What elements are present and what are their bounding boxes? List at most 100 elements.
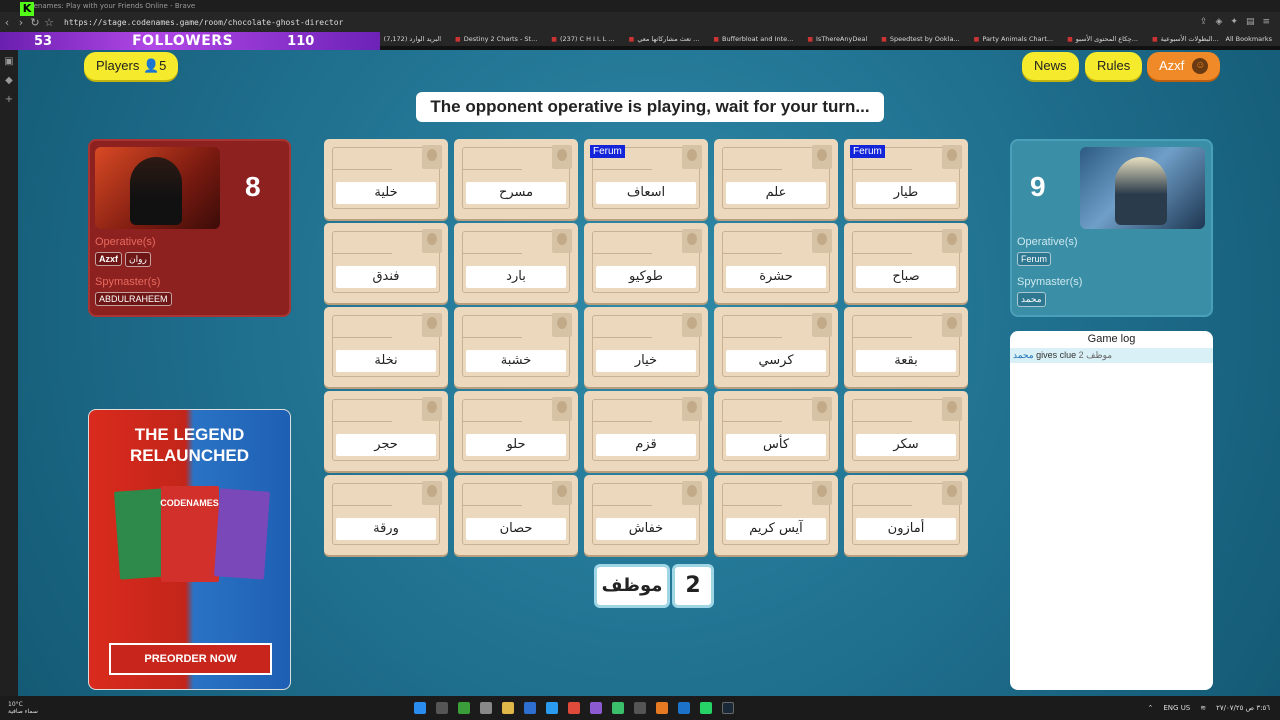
vscode-icon[interactable]	[678, 702, 690, 714]
word-card[interactable]: علم	[714, 139, 838, 219]
player-tag[interactable]: Azxf	[95, 252, 123, 266]
weather-widget[interactable]: 10°C سماء صافية	[8, 701, 38, 715]
edge-icon[interactable]	[524, 702, 536, 714]
word-card[interactable]: بقعة	[844, 307, 968, 387]
sidebar-toggle-icon[interactable]: ▤	[1246, 17, 1255, 27]
bookmark-item[interactable]: Party Animals Chart...	[974, 35, 1053, 43]
blue-team-portrait	[1080, 147, 1205, 229]
app-icon[interactable]	[568, 702, 580, 714]
word-card[interactable]: خشبة	[454, 307, 578, 387]
word-card[interactable]: طيار Ferum	[844, 139, 968, 219]
player-tag[interactable]: روان	[125, 252, 151, 267]
log-action: gives clue	[1036, 350, 1077, 360]
forward-icon[interactable]: ›	[14, 16, 28, 29]
whatsapp-icon[interactable]	[700, 702, 712, 714]
word-card[interactable]: طوكيو	[584, 223, 708, 303]
word-card[interactable]: حجر	[324, 391, 448, 471]
word-card[interactable]: حلو	[454, 391, 578, 471]
word-card[interactable]: قزم	[584, 391, 708, 471]
agent-silhouette-icon	[812, 229, 832, 253]
player-tag[interactable]: ABDULRAHEEM	[95, 292, 172, 306]
file-icon[interactable]	[480, 702, 492, 714]
players-button[interactable]: Players 👤5	[84, 52, 179, 80]
bookmark-icon[interactable]: ☆	[42, 16, 56, 29]
game-log: Game log محمد gives clue موظف 2	[1010, 331, 1213, 690]
word-card[interactable]: أمازون	[844, 475, 968, 555]
url-field[interactable]: https://stage.codenames.game/room/chocol…	[64, 18, 343, 27]
all-bookmarks[interactable]: All Bookmarks	[1226, 35, 1272, 43]
clock[interactable]: ٣:٥٦ ص ٢٧/٠٧/٢٥	[1216, 704, 1270, 712]
brave-shield-icon[interactable]: ◈	[1215, 17, 1222, 27]
word-card[interactable]: بارد	[454, 223, 578, 303]
share-icon[interactable]: ⇪	[1200, 17, 1208, 27]
back-icon[interactable]: ‹	[0, 16, 14, 29]
word-card[interactable]: خلية	[324, 139, 448, 219]
news-button[interactable]: News	[1022, 52, 1079, 80]
word-card[interactable]: خيار	[584, 307, 708, 387]
agent-silhouette-icon	[942, 229, 962, 253]
word-card[interactable]: حصان	[454, 475, 578, 555]
player-tag[interactable]: Ferum	[1017, 252, 1052, 266]
minecraft-icon[interactable]	[458, 702, 470, 714]
word-card[interactable]: مسرح	[454, 139, 578, 219]
rules-button[interactable]: Rules	[1085, 52, 1143, 80]
address-bar: ‹ › ↻ ☆ https://stage.codenames.game/roo…	[0, 12, 1280, 32]
word-card[interactable]: صباح	[844, 223, 968, 303]
preorder-button[interactable]: PREORDER NOW	[109, 643, 272, 675]
brave-icon[interactable]	[656, 702, 668, 714]
bookmark-item[interactable]: تعث مشاركاتها معي ...	[629, 35, 699, 43]
app-icon[interactable]	[612, 702, 624, 714]
word-card[interactable]: سكر	[844, 391, 968, 471]
word-card[interactable]: كرسي	[714, 307, 838, 387]
word-card[interactable]: نخلة	[324, 307, 448, 387]
followers-label: FOLLOWERS	[132, 33, 234, 49]
menu-icon[interactable]: ≡	[1262, 17, 1270, 27]
card-word: حلو	[466, 434, 566, 456]
start-icon[interactable]	[414, 702, 426, 714]
operatives-label: Operative(s)	[95, 236, 156, 248]
turn-status: The opponent operative is playing, wait …	[416, 92, 884, 122]
folder-icon[interactable]	[502, 702, 514, 714]
word-card[interactable]: كأس	[714, 391, 838, 471]
word-card[interactable]: حشرة	[714, 223, 838, 303]
agent-silhouette-icon	[682, 145, 702, 169]
app-icon[interactable]: ◆	[5, 75, 13, 86]
player-tag[interactable]: محمد	[1017, 292, 1046, 307]
agent-silhouette-icon	[422, 481, 442, 505]
app-icon[interactable]	[546, 702, 558, 714]
bookmark-item[interactable]: (7,172) البريد الوارد	[375, 35, 441, 43]
card-word: مسرح	[466, 182, 566, 204]
app-icon[interactable]	[590, 702, 602, 714]
agent-silhouette-icon	[552, 145, 572, 169]
word-card[interactable]: ورقة	[324, 475, 448, 555]
wifi-icon[interactable]: ≋	[1200, 704, 1206, 712]
bookmark-item[interactable]: Destiny 2 Charts - St...	[455, 35, 538, 43]
agent-silhouette-icon	[942, 397, 962, 421]
add-icon[interactable]: +	[5, 94, 13, 105]
word-card[interactable]: آيس كريم	[714, 475, 838, 555]
agent-silhouette-icon	[422, 145, 442, 169]
extensions-icon[interactable]: ✦	[1230, 17, 1238, 27]
app-icon[interactable]	[634, 702, 646, 714]
user-menu-button[interactable]: Azxf ☺	[1147, 52, 1221, 80]
chevron-up-icon[interactable]: ⌃	[1147, 704, 1153, 712]
card-word: سكر	[856, 434, 956, 456]
bookmark-item[interactable]: حِكاع المحتوى الأسبو...	[1067, 35, 1138, 43]
bookmark-item[interactable]: Bufferbloat and Inte...	[713, 35, 793, 43]
bookmark-item[interactable]: (237) C H I L L ...	[551, 35, 615, 43]
spymasters-label: Spymaster(s)	[1017, 276, 1083, 288]
word-card[interactable]: خفاش	[584, 475, 708, 555]
word-card[interactable]: اسعاف Ferum	[584, 139, 708, 219]
bookmark-item[interactable]: البطولات الأسبوعية...	[1152, 35, 1219, 43]
bookmark-item[interactable]: IsThereAnyDeal	[807, 35, 867, 43]
panel-icon[interactable]: ▣	[4, 56, 13, 67]
followers-overlay: 53 FOLLOWERS 110	[0, 32, 380, 50]
word-card[interactable]: فندق	[324, 223, 448, 303]
card-word: حصان	[466, 518, 566, 540]
reload-icon[interactable]: ↻	[28, 16, 42, 29]
card-word: حشرة	[726, 266, 826, 288]
steam-icon[interactable]	[722, 702, 734, 714]
language-indicator[interactable]: ENG US	[1163, 704, 1190, 712]
search-icon[interactable]	[436, 702, 448, 714]
bookmark-item[interactable]: Speedtest by Ookla...	[881, 35, 960, 43]
